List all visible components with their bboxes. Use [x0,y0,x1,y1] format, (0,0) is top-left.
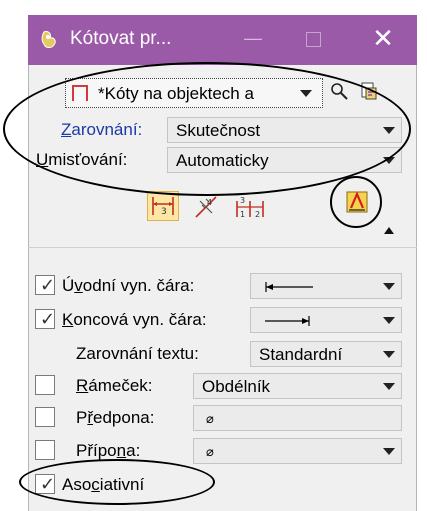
prefix-value: ⌀ [206,411,214,426]
section-divider [28,247,417,248]
line-start-arrow-icon [265,282,313,292]
checkmark-icon: ✓ [40,275,56,295]
angular-dimension-icon[interactable]: 4 [192,193,220,221]
placement-label: Umisťování: [36,150,128,169]
frame-select[interactable]: Obdélník [193,373,402,399]
chain-dimension-icon[interactable]: 3 1 2 [233,193,267,221]
frame-checkbox[interactable] [35,375,55,395]
frame-value: Obdélník [202,377,271,396]
titlebar-background: Kótovat pr... — ✕ [28,15,417,65]
dimension-style-value: *Kóty na objektech a [98,84,254,103]
svg-text:4: 4 [207,198,212,207]
chevron-down-icon [383,351,395,358]
svg-text:3: 3 [161,207,167,217]
chevron-down-icon [383,383,395,390]
suffix-label: Přípona: [76,441,141,460]
minimize-button[interactable]: — [238,28,268,52]
chevron-down-icon [383,127,395,134]
text-settings-icon[interactable] [345,190,369,214]
checkmark-icon: ✓ [40,474,56,494]
maximize-button[interactable] [298,28,328,52]
svg-text:1: 1 [240,210,245,219]
search-icon[interactable] [330,82,350,102]
placement-value: Automaticky [176,151,269,170]
chevron-down-icon [300,90,312,97]
line-end-arrow-icon [265,316,310,326]
end-ext-line-label: Koncová vyn. čára: [62,310,207,329]
chevron-down-icon [383,157,395,164]
svg-text:3: 3 [240,196,245,205]
text-alignment-label: Zarovnání textu: [76,344,199,363]
end-ext-line-select[interactable] [250,307,402,333]
frame-label: Rámeček: [76,376,153,395]
text-alignment-value: Standardní [259,345,343,364]
app-logo-icon [41,31,56,48]
prefix-checkbox[interactable] [35,407,55,427]
linear-dimension-mode-button[interactable]: 3 [147,191,179,221]
suffix-checkbox[interactable] [35,440,55,460]
prefix-label: Předpona: [76,408,155,427]
suffix-value: ⌀ [206,444,214,459]
dimension-style-icon [72,85,88,101]
close-button[interactable]: ✕ [368,24,398,54]
chevron-down-icon [383,448,395,455]
checkmark-icon: ✓ [40,309,56,329]
associative-label: Asociativní [62,475,145,494]
associative-checkbox[interactable]: ✓ [35,474,55,494]
alignment-label: Zarovnání: [61,120,143,139]
chevron-down-icon [383,283,395,290]
window-title: Kótovat pr... [70,28,172,49]
linear-dimension-icon: 3 [152,197,174,217]
alignment-select[interactable]: Skutečnost [167,117,402,143]
text-alignment-select[interactable]: Standardní [250,341,402,367]
placement-select[interactable]: Automaticky [167,147,402,173]
start-ext-line-select[interactable] [250,273,402,299]
svg-text:2: 2 [255,210,260,219]
dimension-style-select[interactable]: *Kóty na objektech a [65,78,323,108]
style-manager-icon[interactable] [358,80,380,102]
maximize-icon [305,32,321,47]
expand-arrow-icon[interactable] [383,225,395,235]
suffix-select[interactable]: ⌀ [193,438,402,464]
alignment-value: Skutečnost [176,121,261,140]
start-ext-line-checkbox[interactable]: ✓ [35,275,55,295]
chevron-down-icon [383,317,395,324]
prefix-select[interactable]: ⌀ [193,405,402,431]
start-ext-line-label: Úvodní vyn. čára: [62,276,195,295]
end-ext-line-checkbox[interactable]: ✓ [35,309,55,329]
